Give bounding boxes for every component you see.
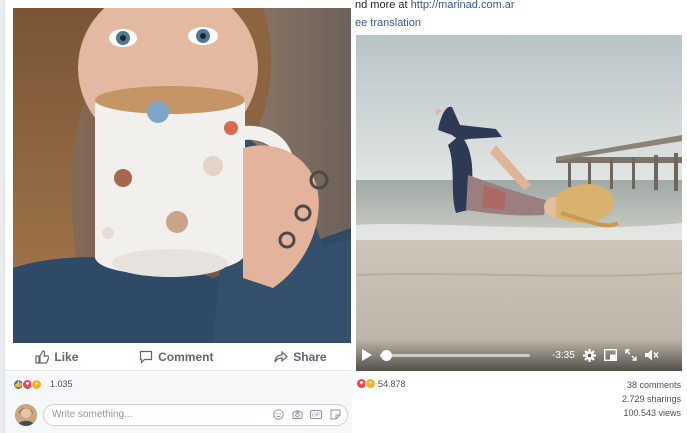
comment-icon xyxy=(139,350,153,364)
reaction-icons: 👍 ♥ • xyxy=(13,378,42,390)
play-icon[interactable] xyxy=(362,349,372,361)
right-reaction-icons: ♥ • xyxy=(356,378,376,389)
reaction-count: 1.035 xyxy=(50,379,73,389)
post-caption: nd more at http://marinad.com.ar xyxy=(355,0,515,11)
video-progress-knob[interactable] xyxy=(381,349,392,361)
gear-icon[interactable] xyxy=(582,348,596,362)
comment-label: Comment xyxy=(158,349,214,364)
video-time-remaining: -3:35 xyxy=(552,349,575,361)
right-post: nd more at http://marinad.com.ar ee tran… xyxy=(352,0,687,433)
comment-button[interactable]: Comment xyxy=(139,350,213,364)
mute-icon[interactable] xyxy=(644,349,659,361)
left-post-card: Like Comment Share 👍 ♥ • 1.035 Write som… xyxy=(4,0,357,433)
post-stats: 38 comments 2.729 sharings 100.543 views xyxy=(622,378,681,420)
share-label: Share xyxy=(293,349,327,364)
avatar xyxy=(15,403,37,426)
like-label: Like xyxy=(54,349,79,364)
fullscreen-icon[interactable] xyxy=(625,349,637,361)
thumbs-up-icon xyxy=(35,349,50,364)
sharings-count[interactable]: 2.729 sharings xyxy=(622,392,681,406)
share-button[interactable]: Share xyxy=(274,349,327,364)
video-player[interactable]: -3:35 xyxy=(356,35,682,371)
comments-count[interactable]: 38 comments xyxy=(622,378,681,392)
comment-input-icons: GIF xyxy=(272,409,347,421)
see-translation-link[interactable]: ee translation xyxy=(355,17,421,29)
comment-composer: Write something... GIF xyxy=(5,396,357,433)
left-post: Like Comment Share 👍 ♥ • 1.035 Write som… xyxy=(0,0,358,433)
video-controls: -3:35 xyxy=(356,339,682,371)
right-reaction-count: 54.878 xyxy=(378,378,406,389)
post-photo[interactable] xyxy=(13,8,351,343)
camera-icon[interactable] xyxy=(291,409,303,421)
right-reactions-summary[interactable]: ♥ • 54.878 xyxy=(356,378,406,389)
caption-link[interactable]: http://marinad.com.ar xyxy=(411,0,515,11)
wow-reaction-icon: • xyxy=(31,378,42,390)
emoji-icon[interactable] xyxy=(272,409,284,421)
like-button[interactable]: Like xyxy=(35,350,78,364)
caption-text: nd more at xyxy=(355,0,408,11)
post-action-bar: Like Comment Share xyxy=(5,343,357,371)
gif-icon[interactable]: GIF xyxy=(310,409,322,421)
wow-reaction-icon: • xyxy=(365,378,376,389)
comment-input[interactable]: Write something... GIF xyxy=(43,403,348,426)
picture-in-picture-icon[interactable] xyxy=(603,349,617,361)
svg-text:GIF: GIF xyxy=(312,413,320,419)
comment-placeholder: Write something... xyxy=(52,409,133,420)
reactions-summary[interactable]: 👍 ♥ • 1.035 xyxy=(5,372,357,396)
share-icon xyxy=(274,350,289,364)
beach-jump-video-frame xyxy=(356,35,682,371)
sticker-icon[interactable] xyxy=(329,409,341,421)
views-count: 100.543 views xyxy=(623,408,681,418)
video-progress-bar[interactable] xyxy=(380,349,530,361)
woman-with-mug-image xyxy=(13,8,351,343)
